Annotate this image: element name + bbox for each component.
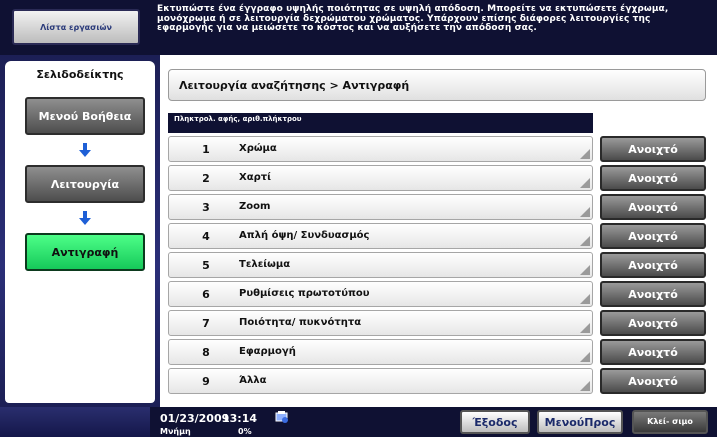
- open-button[interactable]: Ανοιχτό: [600, 194, 706, 220]
- corner-mark-icon: [580, 265, 590, 275]
- bottom-left-panel: [0, 407, 150, 437]
- function-row[interactable]: 2 Χαρτί: [168, 165, 593, 191]
- open-button[interactable]: Ανοιχτό: [600, 281, 706, 307]
- corner-mark-icon: [580, 207, 590, 217]
- job-status-icon[interactable]: [275, 410, 289, 424]
- info-message: Εκτυπώστε ένα έγγραφο υψηλής ποιότητας σ…: [157, 4, 669, 34]
- row-number: 8: [202, 345, 210, 359]
- corner-mark-icon: [580, 323, 590, 333]
- corner-mark-icon: [580, 236, 590, 246]
- corner-mark-icon: [580, 178, 590, 188]
- exit-button[interactable]: Έξοδος: [460, 410, 530, 434]
- bookmark-tab[interactable]: Σελιδοδείκτης: [5, 61, 155, 87]
- down-arrow-icon: [79, 211, 91, 225]
- row-function-name: Χρώμα: [239, 143, 277, 154]
- job-list-button[interactable]: Λίστα εργασιών: [12, 9, 140, 45]
- top-bar: Λίστα εργασιών Εκτυπώστε ένα έγγραφο υψη…: [0, 0, 717, 55]
- row-function-name: Zoom: [239, 201, 271, 212]
- open-button[interactable]: Ανοιχτό: [600, 310, 706, 336]
- time-display: 13:14: [222, 412, 258, 425]
- function-row[interactable]: 4 Απλή όψη/ Συνδυασμός: [168, 223, 593, 249]
- corner-mark-icon: [580, 149, 590, 159]
- row-number: 2: [202, 171, 210, 185]
- date-display: 01/23/2009: [160, 412, 230, 425]
- row-number: 7: [202, 316, 210, 330]
- open-button[interactable]: Ανοιχτό: [600, 252, 706, 278]
- memory-value: 0%: [238, 427, 252, 436]
- row-function-name: Χαρτί: [239, 172, 272, 183]
- list-header: Πληκτρολ. αφής, αριθ.πλήκτρου: [168, 113, 593, 133]
- open-button[interactable]: Ανοιχτό: [600, 165, 706, 191]
- row-number: 6: [202, 287, 210, 301]
- close-button[interactable]: Κλεί- σιμο: [632, 410, 708, 434]
- row-number: 1: [202, 142, 210, 156]
- open-button[interactable]: Ανοιχτό: [600, 339, 706, 365]
- bookmark-panel: Μενού Βοήθεια Λειτουργία Αντιγραφή: [5, 85, 155, 403]
- function-row[interactable]: 5 Τελείωμα: [168, 252, 593, 278]
- row-function-name: Ποιότητα/ πυκνότητα: [239, 317, 362, 328]
- row-number: 4: [202, 229, 210, 243]
- help-menu-button[interactable]: Μενού Βοήθεια: [25, 97, 145, 135]
- open-button[interactable]: Ανοιχτό: [600, 368, 706, 394]
- function-row[interactable]: 9 Άλλα: [168, 368, 593, 394]
- memory-label: Μνήμη: [160, 427, 191, 436]
- breadcrumb: Λειτουργία αναζήτησης > Αντιγραφή: [168, 69, 706, 101]
- row-function-name: Άλλα: [239, 375, 267, 386]
- row-function-name: Ρυθμίσεις πρωτοτύπου: [239, 288, 370, 299]
- row-function-name: Εφαρμογή: [239, 346, 296, 357]
- corner-mark-icon: [580, 352, 590, 362]
- function-row[interactable]: 7 Ποιότητα/ πυκνότητα: [168, 310, 593, 336]
- function-row[interactable]: 3 Zoom: [168, 194, 593, 220]
- function-list: Πληκτρολ. αφής, αριθ.πλήκτρου 1 Χρώμα Ανοι…: [168, 113, 706, 405]
- menu-forward-button[interactable]: ΜενούΠρος: [537, 410, 623, 434]
- row-number: 5: [202, 258, 210, 272]
- main-panel: Λειτουργία αναζήτησης > Αντιγραφή Πληκτρ…: [160, 55, 717, 407]
- row-number: 3: [202, 200, 210, 214]
- open-button[interactable]: Ανοιχτό: [600, 223, 706, 249]
- corner-mark-icon: [580, 381, 590, 391]
- function-row[interactable]: 8 Εφαρμογή: [168, 339, 593, 365]
- function-button[interactable]: Λειτουργία: [25, 165, 145, 203]
- down-arrow-icon: [79, 143, 91, 157]
- row-function-name: Απλή όψη/ Συνδυασμός: [239, 230, 370, 241]
- sidebar: Σελιδοδείκτης Μενού Βοήθεια Λειτουργία Α…: [0, 55, 160, 407]
- copy-button[interactable]: Αντιγραφή: [25, 233, 145, 271]
- function-row[interactable]: 1 Χρώμα: [168, 136, 593, 162]
- row-function-name: Τελείωμα: [239, 259, 291, 270]
- open-button[interactable]: Ανοιχτό: [600, 136, 706, 162]
- bottom-bar: 01/23/2009 13:14 Μνήμη 0% Έξοδος ΜενούΠρ…: [0, 407, 717, 437]
- corner-mark-icon: [580, 294, 590, 304]
- row-number: 9: [202, 374, 210, 388]
- function-row[interactable]: 6 Ρυθμίσεις πρωτοτύπου: [168, 281, 593, 307]
